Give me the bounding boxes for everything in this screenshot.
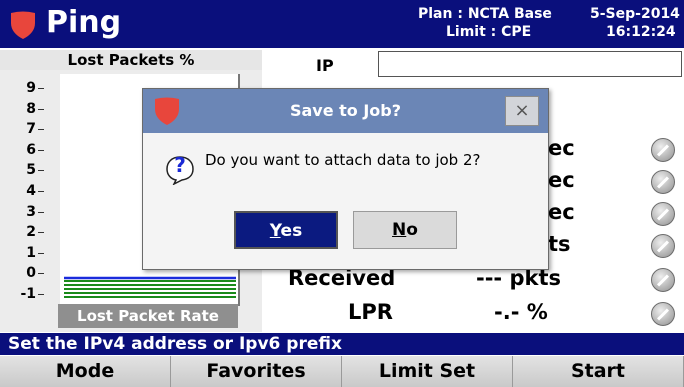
- lost-packet-chart-lines: [64, 276, 236, 298]
- y-tick-label: 4: [26, 183, 36, 199]
- y-tick-label: 7: [26, 121, 36, 138]
- question-mark: ?: [174, 153, 186, 177]
- y-tick-mark: [38, 191, 44, 192]
- ip-input[interactable]: [378, 51, 682, 77]
- y-tick-mark: [38, 273, 44, 275]
- chart-title: Lost Packets %: [0, 50, 262, 70]
- status-indicator-icon: [651, 202, 675, 226]
- y-tick-label: 8: [26, 100, 36, 117]
- status-indicator-icon: [651, 234, 675, 258]
- ip-label: IP: [316, 56, 334, 75]
- y-tick-mark: [38, 129, 44, 131]
- status-bar: Set the IPv4 address or Ipv6 prefix: [0, 333, 684, 355]
- y-tick-mark: [38, 170, 44, 172]
- dialog-title: Save to Job?: [289, 101, 402, 120]
- row-label: LPR: [348, 300, 393, 324]
- softkey-start[interactable]: Start: [513, 356, 684, 387]
- softkey-bar: Mode Favorites Limit Set Start: [0, 356, 684, 387]
- row-value: ts: [548, 232, 571, 256]
- y-tick-mark: [38, 252, 44, 254]
- dialog-message: Do you want to attach data to job 2?: [205, 151, 481, 169]
- y-tick-label: 3: [26, 203, 36, 220]
- yes-button[interactable]: Yes: [234, 211, 338, 249]
- shield-logo-icon: [11, 11, 35, 39]
- yes-accelerator: Y: [269, 221, 281, 241]
- y-tick-label: 5: [26, 162, 36, 179]
- date-text: 5-Sep-2014: [590, 6, 680, 22]
- save-to-job-dialog: Save to Job? × ? Do you want to attach d…: [142, 88, 549, 270]
- y-tick-mark: [38, 211, 44, 213]
- no-accelerator: N: [392, 220, 407, 240]
- y-tick-label: 1: [26, 244, 36, 261]
- row-value: ec: [548, 200, 575, 224]
- limit-text: Limit : CPE: [446, 24, 532, 40]
- y-tick-label: 0: [26, 265, 36, 282]
- softkey-limit-set[interactable]: Limit Set: [342, 356, 513, 387]
- chart-footer-label: Lost Packet Rate: [58, 304, 238, 328]
- y-tick-label: 2: [26, 224, 36, 241]
- yes-label-rest: es: [280, 221, 303, 241]
- status-indicator-icon: [651, 302, 675, 326]
- y-tick-mark: [38, 149, 44, 151]
- header-bar: Ping Plan : NCTA Base Limit : CPE 5-Sep-…: [0, 0, 684, 48]
- row-value: ec: [548, 168, 575, 192]
- status-indicator-icon: [651, 170, 675, 194]
- time-text: 16:12:24: [606, 24, 676, 40]
- softkey-favorites[interactable]: Favorites: [171, 356, 342, 387]
- y-tick-mark: [38, 232, 44, 234]
- y-tick-mark: [38, 88, 44, 89]
- row-value: ec: [548, 136, 575, 160]
- page-title: Ping: [46, 5, 122, 40]
- y-tick-mark: [38, 294, 44, 295]
- y-tick-label: -1: [20, 286, 36, 302]
- y-tick-label: 9: [26, 80, 36, 96]
- no-button[interactable]: No: [353, 211, 457, 249]
- close-button[interactable]: ×: [505, 96, 539, 126]
- y-tick-label: 6: [26, 141, 36, 158]
- no-label-rest: o: [406, 220, 418, 240]
- plan-text: Plan : NCTA Base: [418, 6, 552, 22]
- status-indicator-icon: [651, 138, 675, 162]
- softkey-mode[interactable]: Mode: [0, 356, 171, 387]
- row-value: -.- %: [494, 300, 548, 324]
- y-tick-mark: [38, 108, 44, 110]
- status-indicator-icon: [651, 268, 675, 292]
